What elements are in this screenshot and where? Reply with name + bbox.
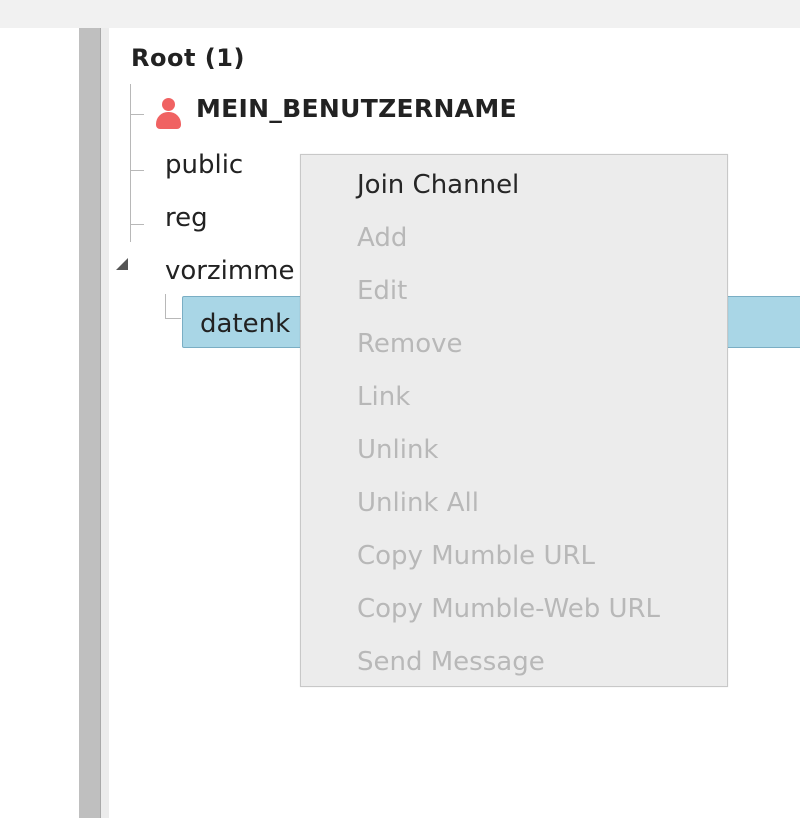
menu-item-edit[interactable]: Edit [357, 276, 407, 306]
mumble-window: Root (1) MEIN_BENUTZERNAME public reg vo… [0, 0, 800, 818]
user-icon [155, 98, 182, 130]
root-channel[interactable]: Root (1) [131, 44, 245, 72]
menu-item-send-message[interactable]: Send Message [357, 647, 545, 677]
top-toolbar-strip [0, 0, 800, 29]
tree-branch-line [165, 318, 181, 319]
channel-context-menu: Join Channel Add Edit Remove Link Unlink… [300, 154, 728, 687]
left-panel [0, 28, 79, 818]
tree-branch-line [130, 224, 144, 225]
menu-item-unlink[interactable]: Unlink [357, 435, 439, 465]
menu-item-join-channel[interactable]: Join Channel [357, 170, 519, 200]
menu-item-copy-mumble-url[interactable]: Copy Mumble URL [357, 541, 595, 571]
menu-item-copy-mumble-web-url[interactable]: Copy Mumble-Web URL [357, 594, 660, 624]
menu-item-link[interactable]: Link [357, 382, 410, 412]
channel-reg[interactable]: reg [165, 203, 208, 233]
current-user[interactable]: MEIN_BENUTZERNAME [196, 94, 517, 123]
menu-item-add[interactable]: Add [357, 223, 407, 253]
channel-datenk[interactable]: datenk [200, 309, 290, 339]
tree-branch-line [130, 114, 144, 115]
menu-item-remove[interactable]: Remove [357, 329, 463, 359]
collapse-arrow-icon[interactable] [116, 258, 128, 270]
channel-public[interactable]: public [165, 150, 243, 180]
tree-branch-line [165, 294, 166, 318]
tree-branch-line [130, 84, 131, 242]
channel-vorzimmer[interactable]: vorzimme [165, 256, 295, 286]
tree-branch-line [130, 170, 144, 171]
menu-item-unlink-all[interactable]: Unlink All [357, 488, 479, 518]
panel-splitter[interactable] [79, 28, 101, 818]
